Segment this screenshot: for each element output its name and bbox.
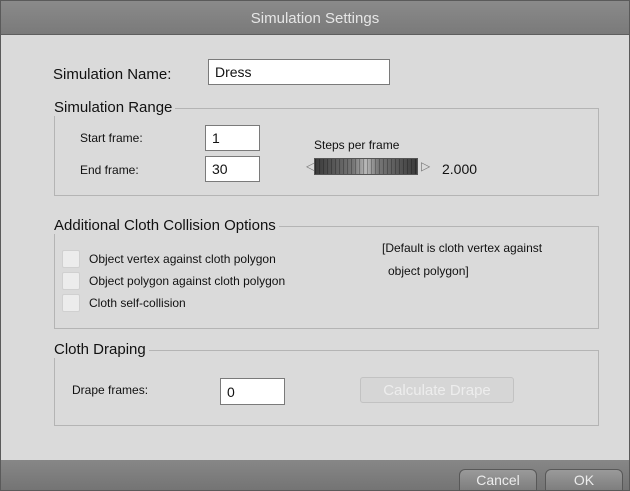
checkbox-vertex-against-polygon[interactable] <box>62 250 80 268</box>
end-frame-label: End frame: <box>80 163 139 177</box>
steps-per-frame-slider[interactable] <box>314 158 418 175</box>
dialog-title: Simulation Settings <box>250 10 380 27</box>
calculate-drape-button[interactable]: Calculate Drape <box>360 377 514 403</box>
option-cloth-self-collision-label: Cloth self-collision <box>89 296 186 310</box>
start-frame-input[interactable] <box>205 125 260 151</box>
title-bar[interactable]: Simulation Settings <box>1 1 629 35</box>
drape-frames-input[interactable] <box>220 378 285 405</box>
ok-button[interactable]: OK <box>545 469 623 491</box>
start-frame-label: Start frame: <box>80 131 143 145</box>
collision-default-note-line1: [Default is cloth vertex against <box>382 241 543 255</box>
collision-options-legend: Additional Cloth Collision Options <box>52 217 279 234</box>
checkbox-polygon-against-polygon[interactable] <box>62 272 80 290</box>
simulation-settings-dialog: Simulation Settings Simulation Name: Sim… <box>0 0 630 491</box>
option-vertex-against-polygon-label: Object vertex against cloth polygon <box>89 252 276 266</box>
simulation-name-input[interactable] <box>208 59 390 85</box>
simulation-range-legend: Simulation Range <box>52 99 176 116</box>
collision-default-note-line2: object polygon] <box>388 264 469 278</box>
steps-per-frame-label: Steps per frame <box>314 138 400 152</box>
slider-right-arrow-icon[interactable]: ▷ <box>421 158 430 175</box>
cancel-button[interactable]: Cancel <box>459 469 537 491</box>
end-frame-input[interactable] <box>205 156 260 182</box>
option-polygon-against-polygon-label: Object polygon against cloth polygon <box>89 274 286 288</box>
simulation-name-label: Simulation Name: <box>53 66 172 83</box>
simulation-range-group <box>54 108 599 196</box>
checkbox-cloth-self-collision[interactable] <box>62 294 80 312</box>
steps-per-frame-value: 2.000 <box>442 161 478 177</box>
cloth-draping-legend: Cloth Draping <box>52 341 149 358</box>
drape-frames-label: Drape frames: <box>72 383 149 397</box>
